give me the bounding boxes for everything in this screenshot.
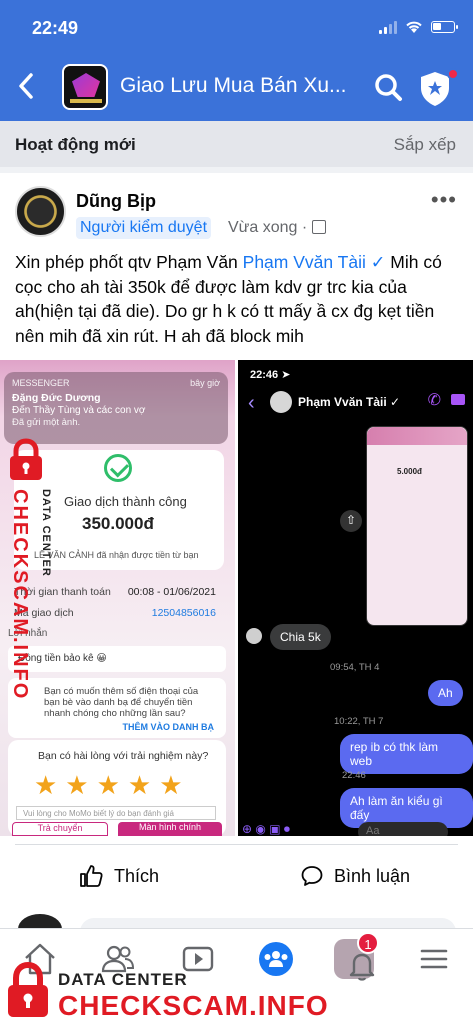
comment-icon bbox=[301, 866, 323, 886]
incoming-message: Chia 5k bbox=[270, 624, 331, 650]
lock-icon bbox=[10, 438, 42, 480]
like-button[interactable]: Thích bbox=[78, 861, 159, 891]
author-name[interactable]: Dũng Bịp bbox=[76, 191, 156, 212]
app-header: 22:49 Giao Lưu Mua Bán Xu... bbox=[0, 0, 473, 121]
watermark-data-center: DATA CENTER bbox=[40, 489, 52, 577]
search-button[interactable] bbox=[373, 72, 403, 102]
outgoing-message-1: Ah bbox=[428, 680, 463, 706]
section-header: Hoạt động mới Sắp xếp bbox=[0, 121, 473, 167]
watermark-side: DATA CENTER CHECKSCAM.INFO bbox=[2, 437, 52, 700]
transaction-status: Giao dịch thành công bbox=[64, 494, 187, 509]
watermark-bottom: DATA CENTER CHECKSCAM.INFO bbox=[0, 960, 473, 1024]
transfer-again-button: Trả chuyển bbox=[12, 822, 108, 836]
notification-sub: Đã gửi một ảnh. bbox=[12, 417, 81, 428]
status-time: 22:49 bbox=[32, 18, 79, 38]
watermark-data-center-bottom: DATA CENTER bbox=[58, 970, 188, 989]
suggestion-text: Bạn có muốn thêm số điện thoại của bạn b… bbox=[44, 686, 199, 719]
author-avatar[interactable] bbox=[15, 186, 66, 237]
rating-card: Bạn có hài lòng với trải nghiệm này? ★★★… bbox=[8, 740, 226, 836]
sender-avatar bbox=[246, 628, 262, 644]
video-icon bbox=[451, 394, 465, 405]
section-title: Hoạt động mới bbox=[15, 135, 136, 154]
wifi-icon bbox=[406, 21, 422, 33]
rating-stars: ★★★★★ bbox=[34, 770, 191, 800]
more-options-button[interactable]: ••• bbox=[431, 187, 457, 213]
phone-icon: ✆ bbox=[427, 392, 441, 409]
post-time: Vừa xong · bbox=[228, 219, 308, 236]
actions-divider bbox=[15, 844, 458, 845]
timestamp-1: 09:54, TH 4 bbox=[330, 662, 380, 673]
outgoing-message-2: rep ib có thk làm web bbox=[340, 734, 473, 774]
timestamp-2: 10:22, TH 7 bbox=[334, 716, 384, 727]
like-label: Thích bbox=[114, 865, 160, 886]
chat-back-icon: ‹ bbox=[248, 392, 255, 414]
sort-button[interactable]: Sắp xếp bbox=[394, 135, 456, 155]
tagged-user-link[interactable]: Phạm Vvăn Tàii ✓ bbox=[243, 252, 386, 272]
payment-time-value: 00:08 - 01/06/2021 bbox=[127, 586, 216, 598]
composer-input: Aa bbox=[358, 822, 448, 836]
timestamp-3: 22:46 bbox=[342, 770, 366, 781]
post-text: Xin phép phốt qtv Phạm Văn Phạm Vvăn Tài… bbox=[15, 250, 463, 348]
moderator-badge[interactable]: Người kiểm duyệt bbox=[76, 217, 212, 239]
notification-sender: Đặng Đức Dương bbox=[12, 392, 101, 404]
status-icons bbox=[379, 20, 458, 34]
lock-icon bbox=[8, 961, 48, 1017]
shared-screenshot: 5.000đ bbox=[366, 426, 468, 626]
chevron-left-icon bbox=[19, 73, 33, 99]
signal-icon bbox=[379, 20, 397, 34]
post-text-before: Xin phép phốt qtv Phạm Văn bbox=[15, 252, 243, 272]
thumbs-up-icon bbox=[80, 865, 103, 887]
post-photo-right[interactable]: 22:46 ➤ ‹ Phạm Vvăn Tàii ✓ ✆ 5.000đ ⇧ Ch… bbox=[238, 360, 473, 836]
search-icon bbox=[375, 74, 402, 101]
watermark-site-bottom: CHECKSCAM.INFO bbox=[58, 990, 329, 1021]
back-button[interactable] bbox=[18, 72, 46, 104]
members-privacy-icon bbox=[312, 220, 326, 234]
rating-input: Vui lòng cho MoMo biết lý do bạn đánh gi… bbox=[16, 806, 216, 820]
messenger-notification: MESSENGER bây giờ Đặng Đức Dương Đến Thầ… bbox=[4, 372, 228, 444]
group-logo[interactable] bbox=[62, 64, 108, 110]
comment-label: Bình luận bbox=[334, 865, 411, 886]
transaction-amount: 350.000đ bbox=[82, 514, 154, 533]
comment-button[interactable]: Bình luận bbox=[300, 861, 410, 891]
add-contact-cta: THÊM VÀO DANH BẠ bbox=[122, 722, 215, 732]
group-title[interactable]: Giao Lưu Mua Bán Xu... bbox=[120, 74, 368, 98]
battery-icon bbox=[431, 21, 458, 33]
share-icon: ⇧ bbox=[340, 510, 362, 532]
chat-status-time: 22:46 ➤ bbox=[250, 369, 291, 381]
notification-line: Đến Thầy Tùng và các con vợ bbox=[12, 405, 146, 416]
chat-contact-name: Phạm Vvăn Tàii ✓ bbox=[298, 395, 401, 409]
transaction-received: LÊ VĂN CẢNH đã nhận được tiền từ bạn bbox=[34, 550, 199, 560]
notification-count-badge: 1 bbox=[357, 932, 379, 954]
notification-app: MESSENGER bbox=[12, 378, 70, 388]
success-check-icon bbox=[104, 454, 132, 482]
home-screen-button: Màn hình chính bbox=[118, 822, 222, 836]
notification-dot bbox=[447, 68, 459, 80]
notification-time: bây giờ bbox=[190, 378, 220, 388]
add-contact-suggestion: Bạn có muốn thêm số điện thoại của bạn b… bbox=[8, 678, 226, 738]
transaction-code-value: 12504856016 bbox=[151, 607, 216, 619]
post-card: Dũng Bịp ••• Người kiểm duyệt Vừa xong ·… bbox=[0, 173, 473, 918]
shared-amount: 5.000đ bbox=[397, 467, 422, 476]
watermark-site: CHECKSCAM.INFO bbox=[9, 489, 31, 701]
chat-avatar bbox=[270, 391, 292, 413]
comment-composer bbox=[0, 904, 473, 944]
rating-question: Bạn có hài lòng với trải nghiệm này? bbox=[38, 750, 209, 762]
